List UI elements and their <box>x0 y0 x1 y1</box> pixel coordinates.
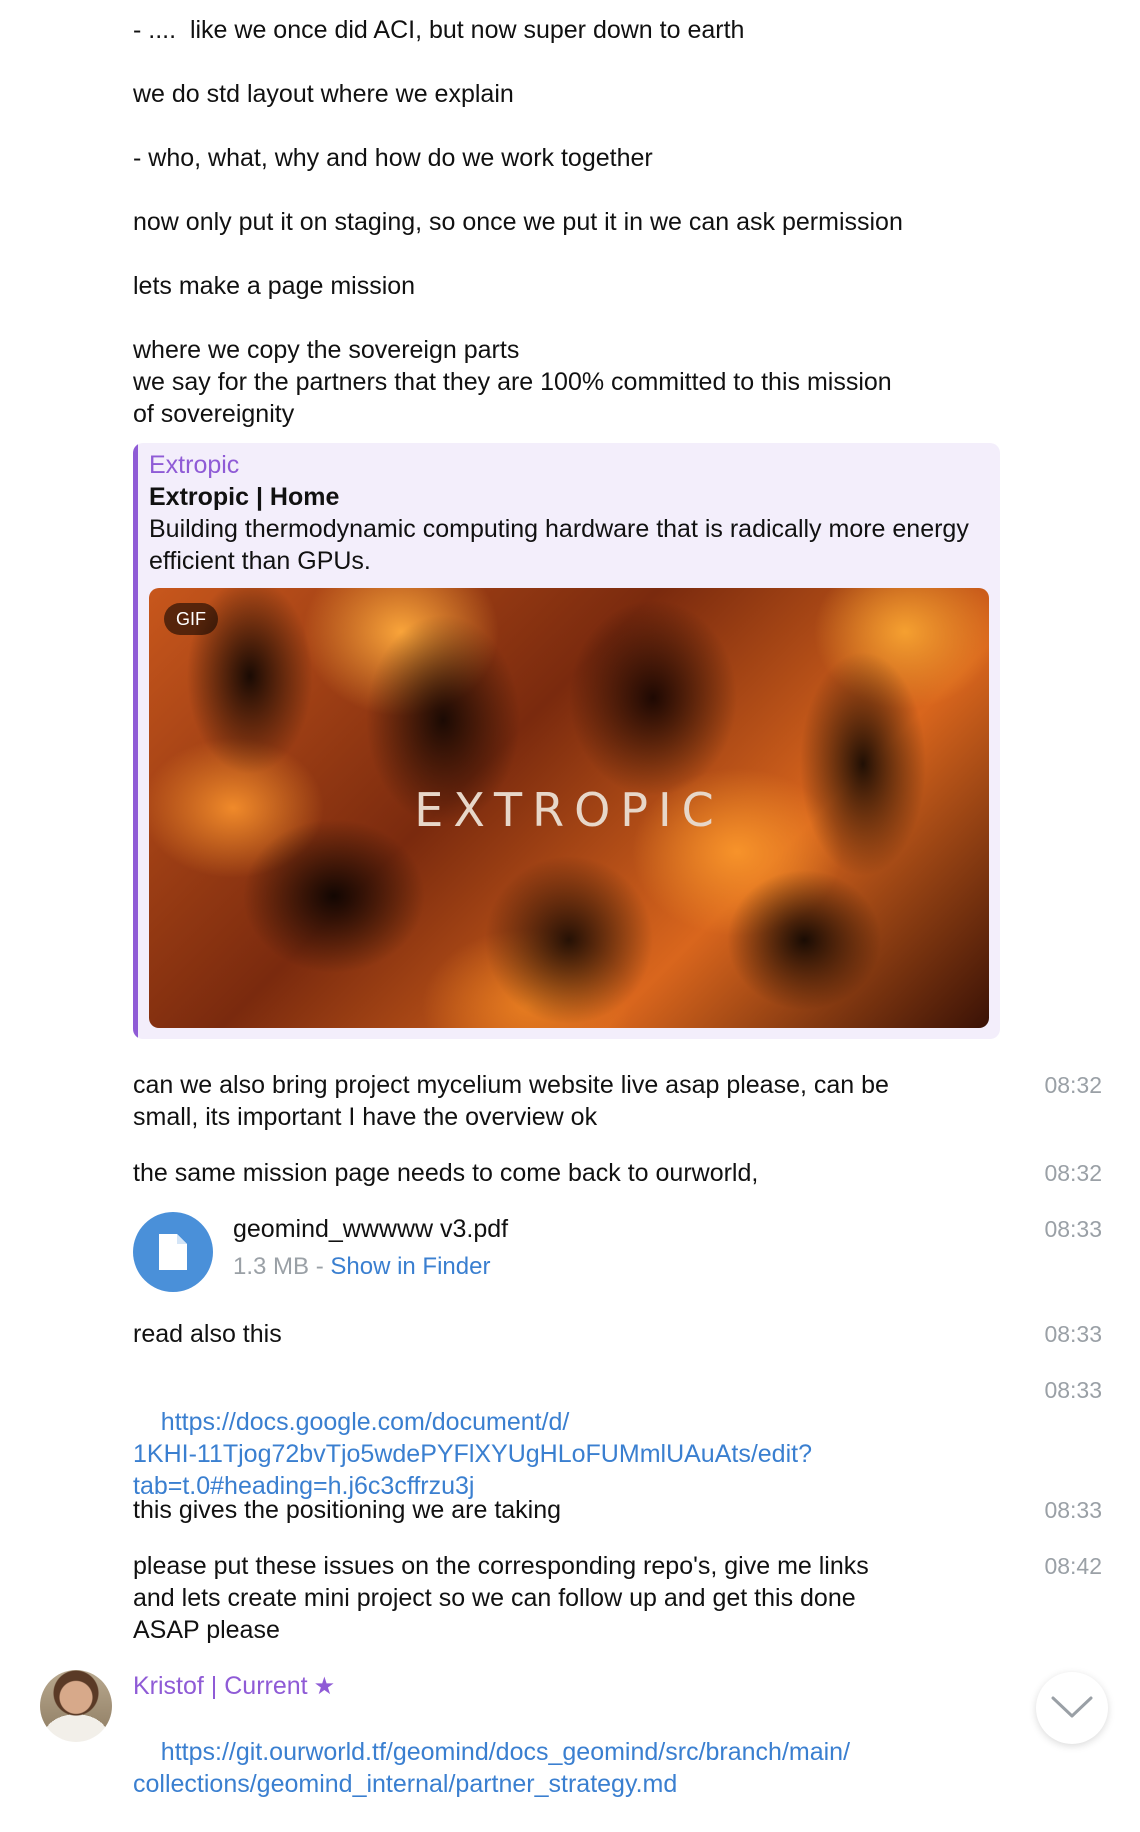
sender-name[interactable]: Kristof | Current ★ <box>133 1670 335 1703</box>
message-text: the same mission page needs to come back… <box>133 1159 759 1187</box>
preview-accent-bar <box>133 443 138 1039</box>
message-text: where we copy the sovereign parts we say… <box>133 336 892 428</box>
gif-badge: GIF <box>164 603 218 635</box>
link-preview[interactable]: Extropic Extropic | Home Building thermo… <box>133 443 1000 1039</box>
message-time: 08:33 <box>1044 1321 1102 1347</box>
chat-history[interactable]: - .... like we once did ACI, but now sup… <box>0 0 1140 1798</box>
message-time: 08:33 <box>1044 1377 1102 1403</box>
file-name[interactable]: geomind_wwwww v3.pdf <box>233 1213 508 1245</box>
scroll-to-bottom-button[interactable] <box>1036 1672 1108 1744</box>
show-in-finder-link[interactable]: Show in Finder <box>330 1253 490 1280</box>
extropic-logo: EXTROPIC <box>414 783 724 837</box>
document-icon <box>159 1234 187 1270</box>
message-time: 08:33 <box>1044 1497 1102 1523</box>
message-text: - .... like we once did ACI, but now sup… <box>133 16 745 44</box>
sender-label[interactable]: Kristof | Current <box>133 1672 308 1700</box>
message-text: we do std layout where we explain <box>133 80 514 108</box>
file-attachment-button[interactable] <box>133 1212 213 1292</box>
message-text: - who, what, why and how do we work toge… <box>133 144 653 172</box>
message-time: 08:32 <box>1044 1072 1102 1098</box>
message-time: 08:32 <box>1044 1160 1102 1186</box>
message-time: 08:42 <box>1044 1553 1102 1579</box>
message-text: now only put it on staging, so once we p… <box>133 208 903 236</box>
preview-title: Extropic | Home <box>149 483 340 511</box>
message-text: please put these issues on the correspon… <box>133 1552 869 1644</box>
message-text: this gives the positioning we are taking <box>133 1496 562 1524</box>
file-meta: 1.3 MB - Show in Finder <box>233 1251 490 1283</box>
git-link[interactable]: https://git.ourworld.tf/geomind/docs_geo… <box>133 1738 850 1798</box>
avatar[interactable] <box>40 1670 112 1742</box>
preview-gif[interactable]: GIF EXTROPIC <box>149 588 989 1028</box>
preview-site-name[interactable]: Extropic <box>149 449 239 481</box>
file-size: 1.3 MB <box>233 1253 310 1280</box>
file-separator: - <box>309 1253 331 1280</box>
message-text: lets make a page mission <box>133 272 416 300</box>
google-docs-link[interactable]: https://docs.google.com/document/d/ 1KHI… <box>133 1408 812 1500</box>
message-link-container: https://git.ourworld.tf/geomind/docs_geo… <box>133 1704 933 1832</box>
message-text: can we also bring project mycelium websi… <box>133 1071 889 1131</box>
message-time: 08:33 <box>1044 1216 1102 1242</box>
chevron-down-icon <box>1051 1696 1093 1718</box>
preview-description: Building thermodynamic computing hardwar… <box>149 515 969 575</box>
star-icon: ★ <box>313 1673 336 1700</box>
message-text: read also this <box>133 1320 282 1348</box>
